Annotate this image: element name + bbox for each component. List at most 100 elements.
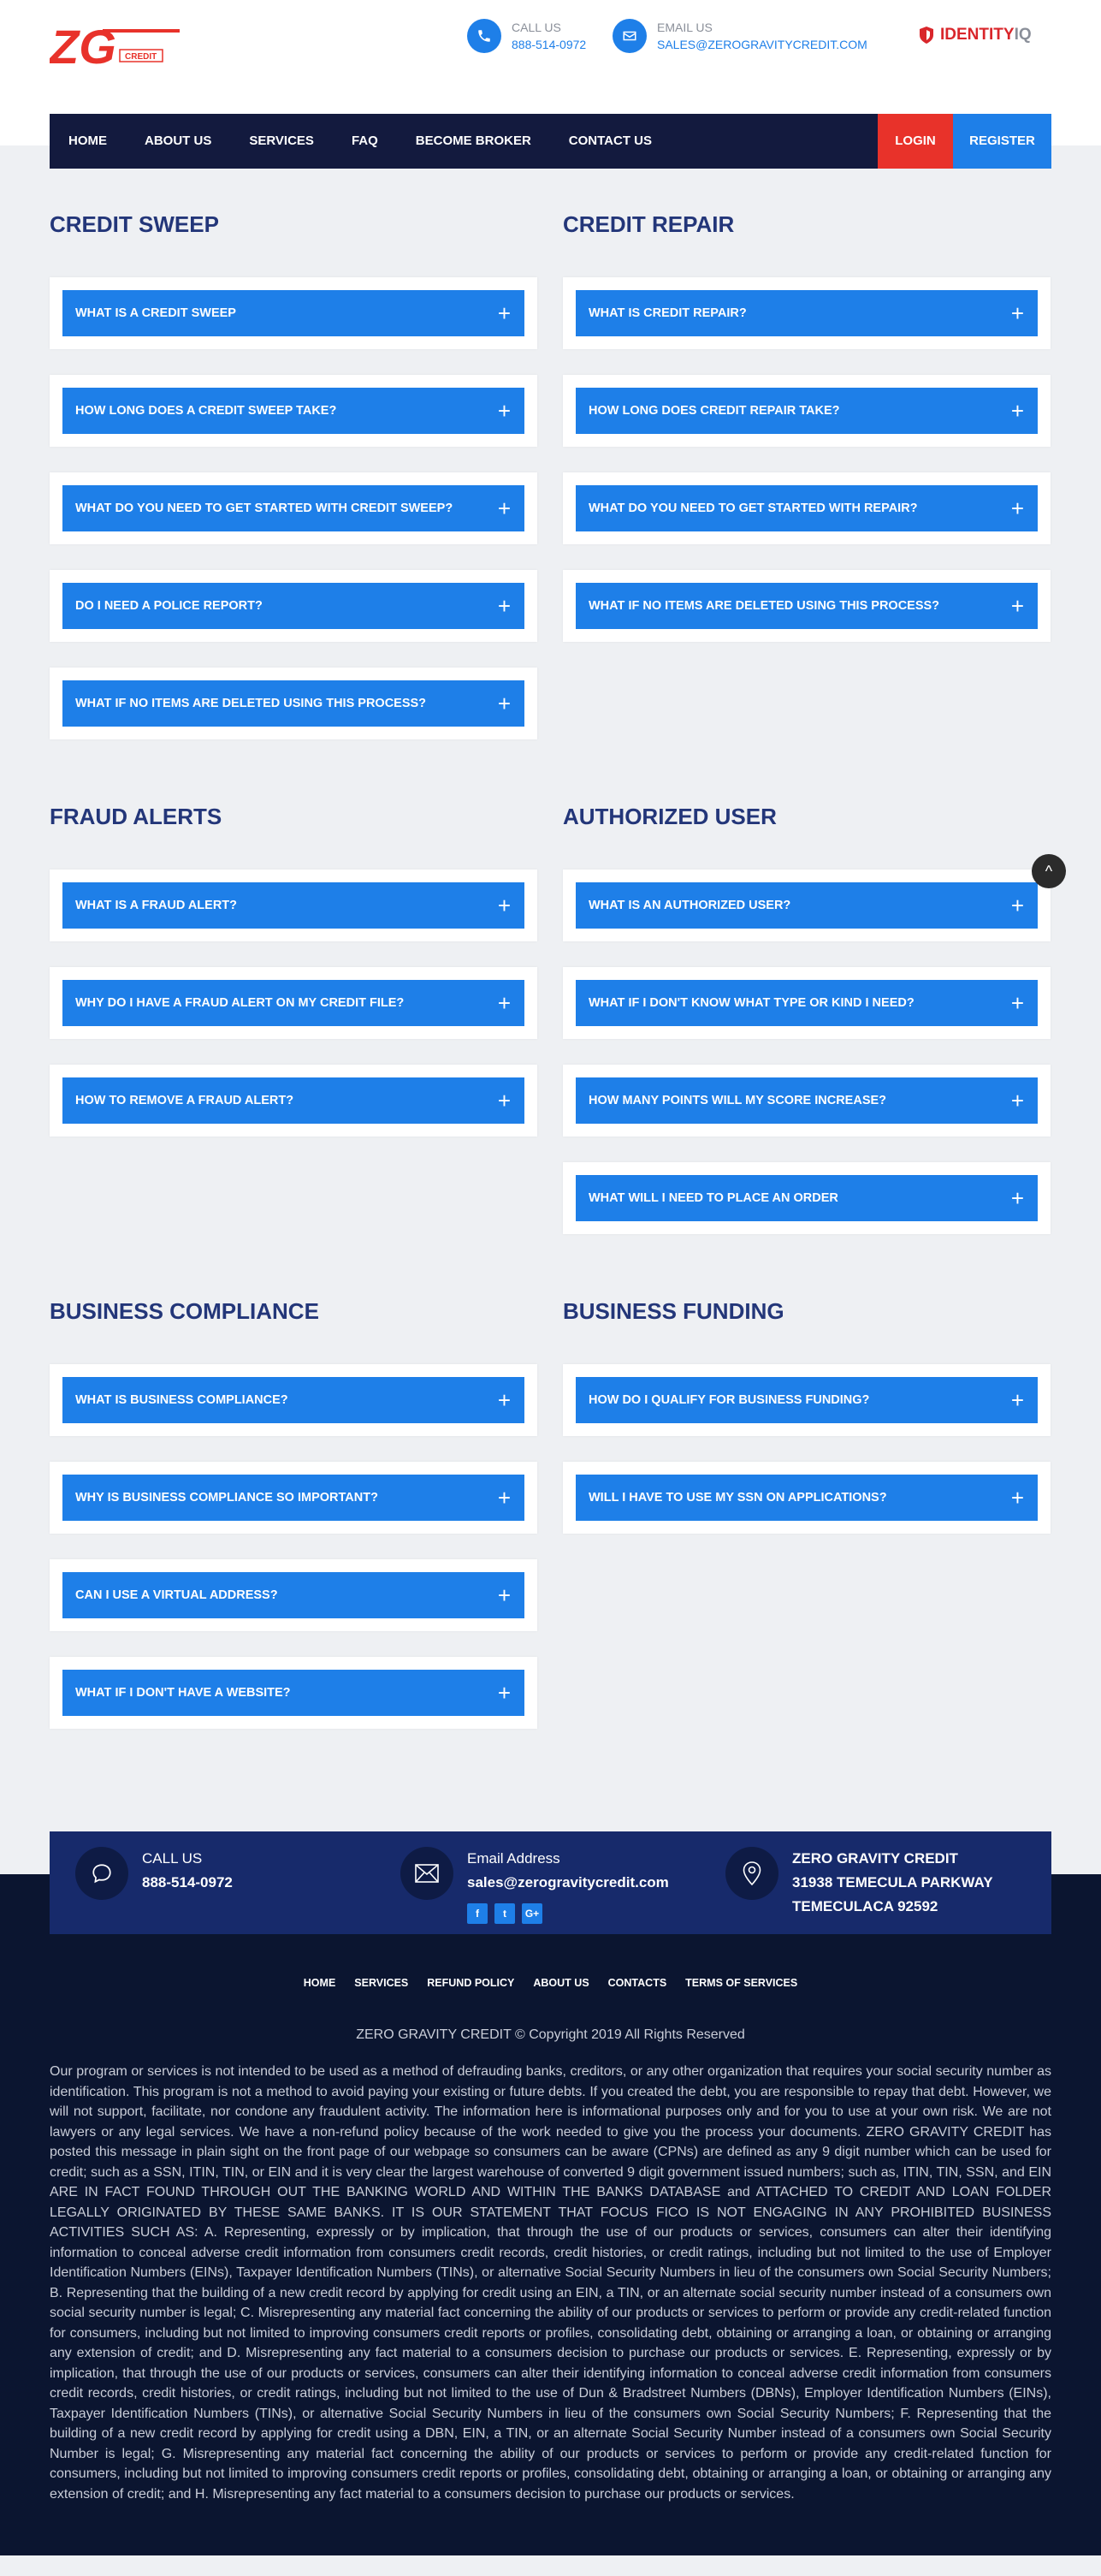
zg-credit-logo[interactable]: ZG CREDIT [48,20,180,74]
footer-email-address[interactable]: sales@zerogravitycredit.com [467,1871,669,1895]
footer-link-home[interactable]: HOME [304,1977,336,1989]
faq-question-toggle[interactable]: HOW LONG DOES A CREDIT SWEEP TAKE? + [62,388,524,434]
faq-question-toggle[interactable]: WHAT WILL I NEED TO PLACE AN ORDER + [576,1175,1038,1221]
faq-question-toggle[interactable]: WHAT IF I DON'T KNOW WHAT TYPE OR KIND I… [576,980,1038,1026]
faq-card: WHAT IS A CREDIT SWEEP + [50,277,537,349]
faq-column: FRAUD ALERTS WHAT IS A FRAUD ALERT? + WHY D… [50,799,537,1260]
plus-icon: + [1010,1387,1024,1413]
plus-icon: + [1010,1485,1024,1511]
faq-card: CAN I USE A VIRTUAL ADDRESS? + [50,1559,537,1631]
faq-card: HOW LONG DOES CREDIT REPAIR TAKE? + [563,375,1051,447]
footer-link-contacts[interactable]: CONTACTS [608,1977,667,1989]
plus-icon: + [1010,893,1024,918]
faq-column: BUSINESS COMPLIANCE WHAT IS BUSINESS COMP… [50,1294,537,1754]
faq-question-text: WHAT IS CREDIT REPAIR? [589,306,747,320]
footer-link-about-us[interactable]: ABOUT US [533,1977,589,1989]
header-email-block[interactable]: EMAIL US SALES@ZEROGRAVITYCREDIT.COM [613,19,867,53]
faq-question-text: WHAT DO YOU NEED TO GET STARTED WITH REP… [589,502,918,515]
footer-contact-bar: CALL US 888-514-0972 Email Address sales… [50,1831,1051,1934]
plus-icon: + [497,496,511,521]
plus-icon: + [1010,496,1024,521]
faq-question-toggle[interactable]: WHAT IF NO ITEMS ARE DELETED USING THIS … [576,583,1038,629]
faq-question-toggle[interactable]: DO I NEED A POLICE REPORT? + [62,583,524,629]
faq-question-text: HOW LONG DOES CREDIT REPAIR TAKE? [589,404,840,418]
footer-call-title: CALL US [142,1850,203,1867]
main-nav: HOME ABOUT US SERVICES FAQ BECOME BROKER… [50,114,1051,169]
nav-become-broker[interactable]: BECOME BROKER [416,114,531,169]
faq-sections: CREDIT SWEEP WHAT IS A CREDIT SWEEP + HOW L… [0,207,1101,1754]
email-address[interactable]: SALES@ZEROGRAVITYCREDIT.COM [657,36,867,53]
mail-icon [613,19,647,53]
faq-question-toggle[interactable]: WHY DO I HAVE A FRAUD ALERT ON MY CREDIT… [62,980,524,1026]
plus-icon: + [497,691,511,716]
nav-faq[interactable]: FAQ [352,114,378,169]
faq-question-toggle[interactable]: CAN I USE A VIRTUAL ADDRESS? + [62,1572,524,1618]
twitter-icon[interactable]: t [494,1903,515,1924]
identityiq-logo[interactable]: IDENTITYIQ [918,26,1032,45]
footer-link-refund-policy[interactable]: REFUND POLICY [427,1977,514,1989]
faq-question-toggle[interactable]: WHAT IS A FRAUD ALERT? + [62,882,524,929]
plus-icon: + [497,398,511,424]
nav-about-us[interactable]: ABOUT US [145,114,211,169]
faq-card: WHAT DO YOU NEED TO GET STARTED WITH REP… [563,472,1051,544]
faq-question-toggle[interactable]: WHAT IS A CREDIT SWEEP + [62,290,524,336]
faq-question-text: WHAT IF NO ITEMS ARE DELETED USING THIS … [589,599,940,613]
header-call-block[interactable]: CALL US 888-514-0972 [467,19,586,53]
faq-card: WHAT IF NO ITEMS ARE DELETED USING THIS … [50,668,537,739]
footer-email: Email Address sales@zerogravitycredit.co… [375,1831,700,1934]
faq-section-title: BUSINESS COMPLIANCE [50,1298,319,1324]
call-number[interactable]: 888-514-0972 [512,36,586,53]
faq-question-toggle[interactable]: WHY IS BUSINESS COMPLIANCE SO IMPORTANT?… [62,1475,524,1521]
faq-question-text: CAN I USE A VIRTUAL ADDRESS? [75,1588,278,1602]
faq-section-title: BUSINESS FUNDING [563,1298,784,1324]
faq-card: WHAT DO YOU NEED TO GET STARTED WITH CRE… [50,472,537,544]
faq-question-toggle[interactable]: WHAT IS CREDIT REPAIR? + [576,290,1038,336]
faq-section-row: CREDIT SWEEP WHAT IS A CREDIT SWEEP + HOW L… [50,207,1051,765]
faq-card: WHAT IF I DON'T HAVE A WEBSITE? + [50,1657,537,1729]
faq-question-toggle[interactable]: HOW LONG DOES CREDIT REPAIR TAKE? + [576,388,1038,434]
faq-question-toggle[interactable]: WHAT IF NO ITEMS ARE DELETED USING THIS … [62,680,524,727]
footer-call-number[interactable]: 888-514-0972 [142,1871,233,1895]
faq-question-text: WHAT IF I DON'T HAVE A WEBSITE? [75,1686,291,1700]
faq-question-toggle[interactable]: WHAT IS AN AUTHORIZED USER? + [576,882,1038,929]
plus-icon: + [497,1387,511,1413]
plus-icon: + [497,1088,511,1113]
faq-card: WHAT IF I DON'T KNOW WHAT TYPE OR KIND I… [563,967,1051,1039]
call-label: CALL US [512,21,561,34]
plus-icon: + [1010,990,1024,1016]
faq-question-toggle[interactable]: WHAT IF I DON'T HAVE A WEBSITE? + [62,1670,524,1716]
google-plus-icon[interactable]: G+ [522,1903,542,1924]
faq-question-toggle[interactable]: HOW MANY POINTS WILL MY SCORE INCREASE? + [576,1077,1038,1124]
company-name: ZERO GRAVITY CREDIT [792,1850,958,1867]
nav-contact-us[interactable]: CONTACT US [569,114,652,169]
login-button[interactable]: LOGIN [878,114,953,169]
register-button[interactable]: REGISTER [953,114,1051,169]
faq-question-toggle[interactable]: HOW TO REMOVE A FRAUD ALERT? + [62,1077,524,1124]
faq-question-toggle[interactable]: WHAT DO YOU NEED TO GET STARTED WITH REP… [576,485,1038,531]
plus-icon: + [497,893,511,918]
nav-home[interactable]: HOME [68,114,107,169]
plus-icon: + [1010,1185,1024,1211]
faq-question-text: WHAT IF NO ITEMS ARE DELETED USING THIS … [75,697,427,710]
faq-card: WHAT IF NO ITEMS ARE DELETED USING THIS … [563,570,1051,642]
facebook-icon[interactable]: f [467,1903,488,1924]
faq-question-toggle[interactable]: WHAT DO YOU NEED TO GET STARTED WITH CRE… [62,485,524,531]
footer-link-services[interactable]: SERVICES [354,1977,408,1989]
faq-section-title: CREDIT SWEEP [50,211,219,237]
faq-main: CREDIT SWEEP WHAT IS A CREDIT SWEEP + HOW L… [0,145,1101,1874]
faq-section-row: FRAUD ALERTS WHAT IS A FRAUD ALERT? + WHY D… [50,799,1051,1260]
svg-text:ZG: ZG [50,21,116,72]
nav-services[interactable]: SERVICES [249,114,314,169]
faq-question-toggle[interactable]: HOW DO I QUALIFY FOR BUSINESS FUNDING? + [576,1377,1038,1423]
shield-icon [920,27,933,44]
faq-question-text: HOW MANY POINTS WILL MY SCORE INCREASE? [589,1094,887,1107]
footer-link-terms[interactable]: TERMS OF SERVICES [685,1977,797,1989]
faq-question-toggle[interactable]: WILL I HAVE TO USE MY SSN ON APPLICATION… [576,1475,1038,1521]
faq-card: WHY DO I HAVE A FRAUD ALERT ON MY CREDIT… [50,967,537,1039]
scroll-to-top-button[interactable]: ^ [1032,854,1066,888]
faq-card: DO I NEED A POLICE REPORT? + [50,570,537,642]
faq-question-text: WHY IS BUSINESS COMPLIANCE SO IMPORTANT? [75,1491,378,1505]
faq-question-toggle[interactable]: WHAT IS BUSINESS COMPLIANCE? + [62,1377,524,1423]
plus-icon: + [497,1485,511,1511]
plus-icon: + [497,990,511,1016]
